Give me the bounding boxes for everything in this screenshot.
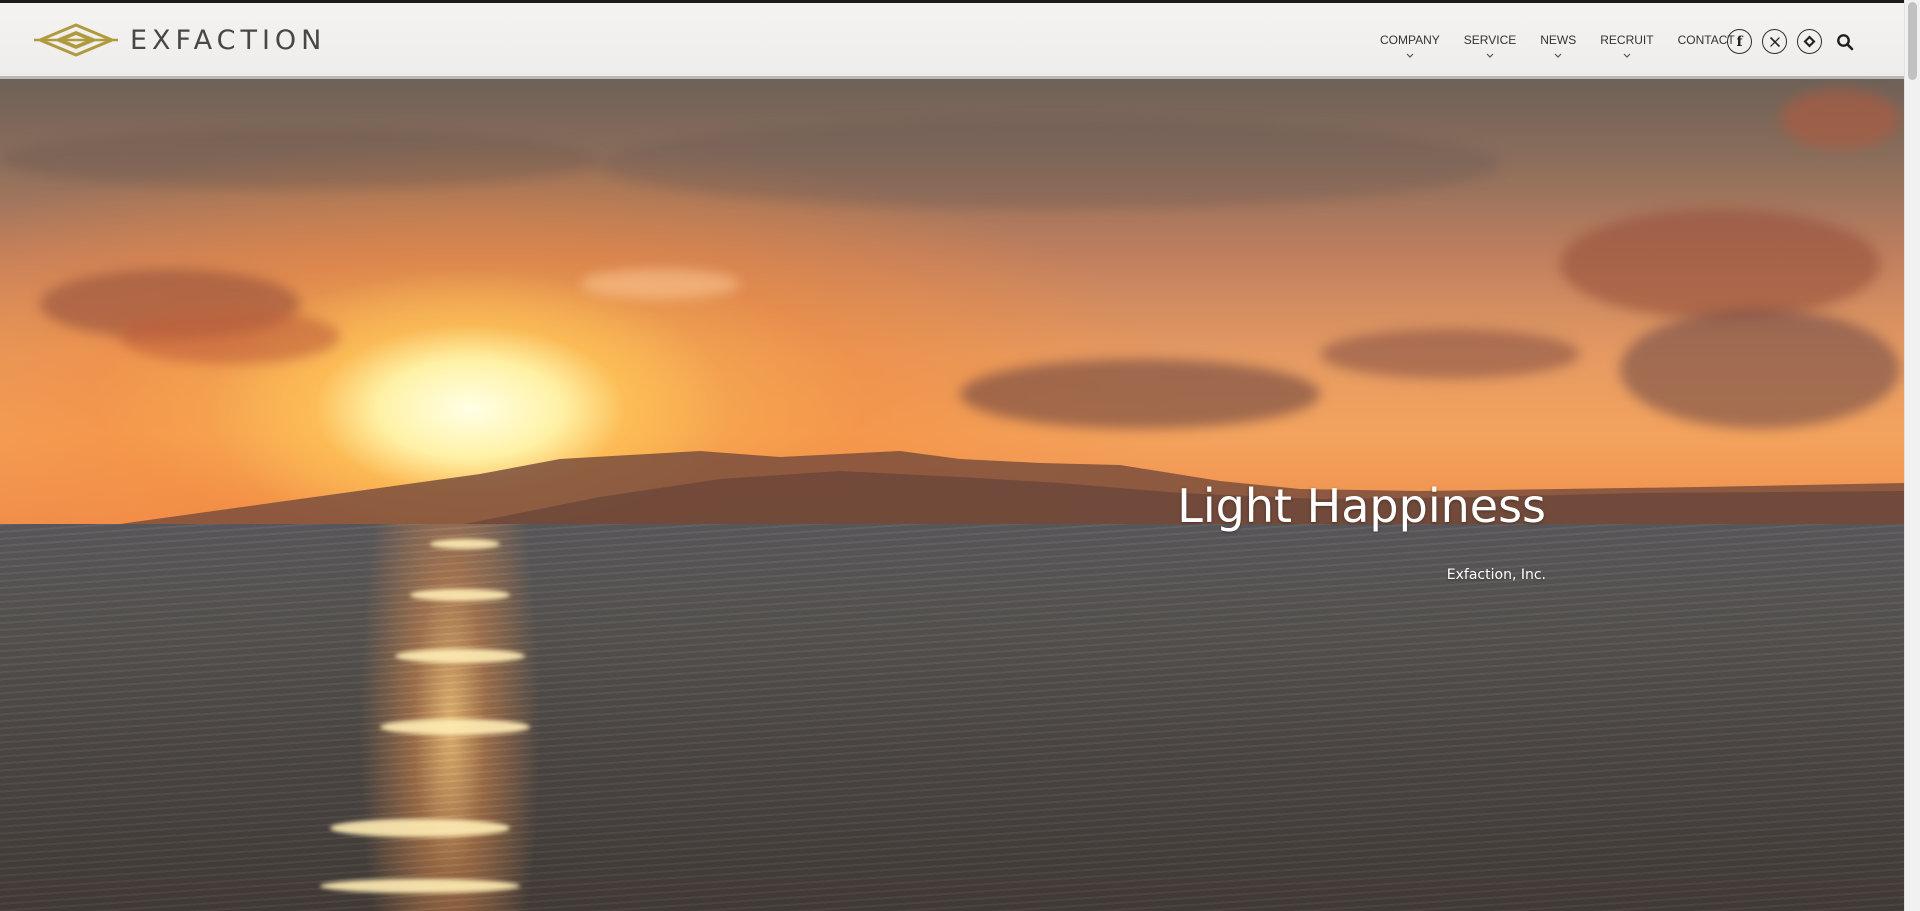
facebook-icon[interactable]: f bbox=[1727, 29, 1752, 54]
chevron-down-icon bbox=[1406, 53, 1414, 58]
sun-glitter bbox=[320, 879, 520, 893]
hero-title: Light Happiness bbox=[1177, 479, 1546, 533]
chevron-down-icon bbox=[1554, 53, 1562, 58]
x-glyph-icon bbox=[1769, 36, 1780, 47]
nav-item-company[interactable]: COMPANY bbox=[1380, 33, 1440, 60]
page: EXFACTION COMPANY SERVICE NEWS RECRUIT C… bbox=[0, 0, 1920, 911]
logo[interactable]: EXFACTION bbox=[34, 23, 326, 57]
site-header: EXFACTION COMPANY SERVICE NEWS RECRUIT C… bbox=[0, 3, 1904, 79]
sun-glitter bbox=[410, 589, 510, 601]
hero-subtitle: Exfaction, Inc. bbox=[1446, 567, 1546, 583]
hero-waves bbox=[0, 524, 1904, 911]
scrollbar-thumb[interactable] bbox=[1908, 2, 1917, 80]
nav-label: COMPANY bbox=[1380, 33, 1440, 47]
chevron-down-icon bbox=[1486, 53, 1494, 58]
sun-glitter bbox=[430, 539, 500, 549]
sun-glitter bbox=[380, 719, 530, 735]
sun-glitter bbox=[395, 649, 525, 663]
main-nav: COMPANY SERVICE NEWS RECRUIT CONTACT bbox=[1380, 33, 1759, 60]
nav-label: RECRUIT bbox=[1600, 33, 1654, 47]
nav-label: NEWS bbox=[1540, 33, 1577, 47]
x-icon[interactable] bbox=[1762, 29, 1787, 54]
logo-text: EXFACTION bbox=[130, 24, 327, 56]
top-border bbox=[0, 0, 1920, 3]
sun-glitter bbox=[330, 819, 510, 837]
search-glyph-icon bbox=[1837, 33, 1854, 50]
nav-item-news[interactable]: NEWS bbox=[1540, 33, 1576, 60]
chevron-down-icon bbox=[1623, 53, 1631, 58]
feedly-icon[interactable] bbox=[1797, 29, 1822, 54]
hero-banner: Light Happiness Exfaction, Inc. bbox=[0, 79, 1904, 911]
logo-mark-icon bbox=[34, 23, 118, 57]
nav-label: SERVICE bbox=[1463, 33, 1517, 47]
facebook-glyph: f bbox=[1736, 33, 1743, 50]
nav-item-recruit[interactable]: RECRUIT bbox=[1600, 33, 1654, 60]
vertical-scrollbar[interactable] bbox=[1904, 0, 1920, 911]
search-icon[interactable] bbox=[1834, 31, 1856, 53]
feedly-glyph-icon bbox=[1803, 35, 1816, 48]
nav-item-service[interactable]: SERVICE bbox=[1464, 33, 1516, 60]
social-links: f bbox=[1727, 29, 1856, 54]
